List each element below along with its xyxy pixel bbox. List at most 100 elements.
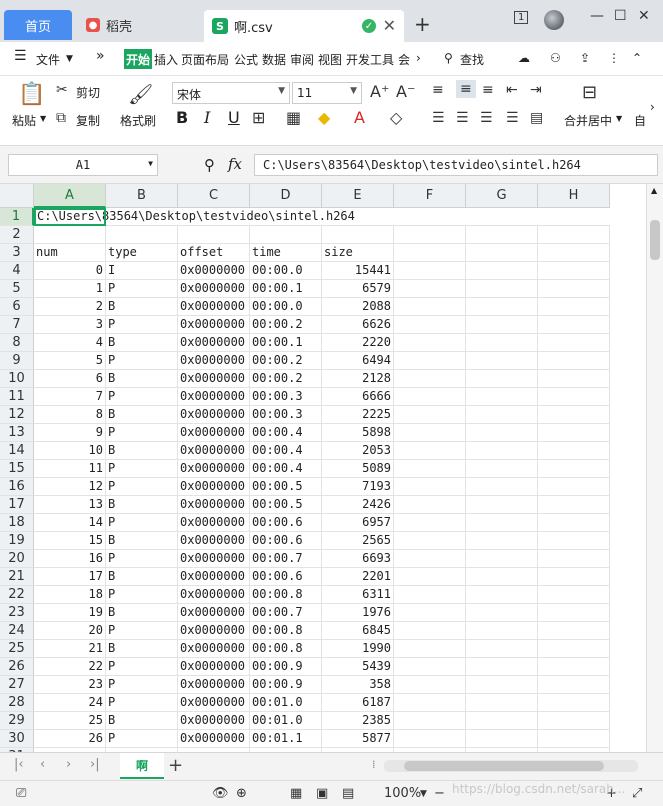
- table-cell[interactable]: P: [106, 586, 178, 604]
- table-cell[interactable]: 5089: [322, 460, 394, 478]
- table-cell[interactable]: 2128: [322, 370, 394, 388]
- normal-view-icon[interactable]: ▦: [290, 786, 302, 801]
- close-window-icon[interactable]: ✕: [638, 8, 650, 24]
- new-tab-icon[interactable]: +: [414, 12, 431, 36]
- row-header[interactable]: 8: [0, 334, 34, 352]
- row-header[interactable]: 2: [0, 226, 34, 244]
- grid-cell[interactable]: [394, 586, 466, 604]
- table-cell[interactable]: 15: [34, 532, 106, 550]
- merge-dropdown-icon[interactable]: ▼: [616, 114, 622, 123]
- table-cell[interactable]: 0x0000000: [178, 298, 250, 316]
- menu-page-layout[interactable]: 页面布局: [181, 51, 229, 68]
- merge-icon[interactable]: ⊟: [582, 82, 597, 103]
- fill-pattern-icon[interactable]: ▦: [286, 108, 301, 127]
- grid-cell[interactable]: [466, 460, 538, 478]
- tab-home[interactable]: 首页: [4, 10, 72, 40]
- menu-member[interactable]: 会: [398, 51, 410, 68]
- table-cell[interactable]: 00:00.3: [250, 388, 322, 406]
- horizontal-scrollbar[interactable]: [384, 760, 638, 772]
- grid-cell[interactable]: [538, 730, 610, 748]
- font-color-icon[interactable]: A: [354, 108, 365, 127]
- grid-cell[interactable]: [466, 604, 538, 622]
- table-cell[interactable]: 0x0000000: [178, 730, 250, 748]
- row-header[interactable]: 30: [0, 730, 34, 748]
- row-header[interactable]: 4: [0, 262, 34, 280]
- align-bottom-icon[interactable]: ≡: [482, 82, 494, 98]
- table-cell[interactable]: P: [106, 658, 178, 676]
- vertical-scroll-thumb[interactable]: [650, 220, 660, 260]
- grid-cell[interactable]: [394, 532, 466, 550]
- table-cell[interactable]: 00:00.2: [250, 370, 322, 388]
- merge-center-button[interactable]: 合并居中: [564, 112, 612, 129]
- copy-icon[interactable]: ⧉: [56, 110, 66, 126]
- table-cell[interactable]: 5: [34, 352, 106, 370]
- grid-cell[interactable]: [538, 550, 610, 568]
- table-cell[interactable]: P: [106, 730, 178, 748]
- row-header[interactable]: 17: [0, 496, 34, 514]
- row-header[interactable]: 6: [0, 298, 34, 316]
- grid-cell[interactable]: [466, 478, 538, 496]
- fx-icon[interactable]: fx: [228, 155, 242, 173]
- grid-cell[interactable]: [466, 514, 538, 532]
- header-cell[interactable]: size: [322, 244, 394, 262]
- table-cell[interactable]: 0x0000000: [178, 640, 250, 658]
- table-cell[interactable]: 0x0000000: [178, 586, 250, 604]
- row-header[interactable]: 15: [0, 460, 34, 478]
- column-header-e[interactable]: E: [322, 184, 394, 208]
- table-cell[interactable]: B: [106, 640, 178, 658]
- grid-cell[interactable]: [538, 280, 610, 298]
- page-break-view-icon[interactable]: ▤: [342, 786, 354, 801]
- table-cell[interactable]: 11: [34, 460, 106, 478]
- grid-cell[interactable]: [538, 226, 610, 244]
- row-header[interactable]: 18: [0, 514, 34, 532]
- next-sheet-icon[interactable]: ›: [66, 757, 71, 772]
- table-cell[interactable]: 00:00.7: [250, 604, 322, 622]
- table-cell[interactable]: B: [106, 496, 178, 514]
- grid-cell[interactable]: [394, 406, 466, 424]
- grid-cell[interactable]: [394, 226, 466, 244]
- grid-cell[interactable]: [394, 298, 466, 316]
- grid-cell[interactable]: [466, 658, 538, 676]
- table-cell[interactable]: 23: [34, 676, 106, 694]
- grid-cell[interactable]: [250, 226, 322, 244]
- table-cell[interactable]: P: [106, 280, 178, 298]
- table-cell[interactable]: 0x0000000: [178, 370, 250, 388]
- table-cell[interactable]: P: [106, 478, 178, 496]
- grid-cell[interactable]: [538, 262, 610, 280]
- input-method-icon[interactable]: ⊕: [236, 786, 247, 801]
- table-cell[interactable]: 1976: [322, 604, 394, 622]
- grid-cell[interactable]: [538, 586, 610, 604]
- maximize-icon[interactable]: ☐: [614, 8, 627, 24]
- table-cell[interactable]: 2: [34, 298, 106, 316]
- row-header[interactable]: 7: [0, 316, 34, 334]
- table-cell[interactable]: B: [106, 298, 178, 316]
- table-cell[interactable]: 0x0000000: [178, 604, 250, 622]
- grid-cell[interactable]: [394, 496, 466, 514]
- table-cell[interactable]: 2385: [322, 712, 394, 730]
- table-cell[interactable]: P: [106, 676, 178, 694]
- table-cell[interactable]: B: [106, 604, 178, 622]
- increase-indent-icon[interactable]: ⇥: [530, 82, 542, 98]
- table-cell[interactable]: 2220: [322, 334, 394, 352]
- table-cell[interactable]: 358: [322, 676, 394, 694]
- menu-start[interactable]: 开始: [124, 49, 152, 69]
- grid-cell[interactable]: [538, 658, 610, 676]
- grid-cell[interactable]: [538, 532, 610, 550]
- table-cell[interactable]: 0: [34, 262, 106, 280]
- table-cell[interactable]: 00:00.5: [250, 496, 322, 514]
- table-cell[interactable]: 00:00.6: [250, 532, 322, 550]
- grid-cell[interactable]: [394, 262, 466, 280]
- grid-cell[interactable]: [394, 442, 466, 460]
- table-cell[interactable]: B: [106, 370, 178, 388]
- table-cell[interactable]: 00:00.6: [250, 514, 322, 532]
- grid-cell[interactable]: [538, 334, 610, 352]
- grid-cell[interactable]: [394, 712, 466, 730]
- grid-cell[interactable]: [538, 604, 610, 622]
- grid-cell[interactable]: [538, 622, 610, 640]
- fill-color-icon[interactable]: ◆: [318, 108, 330, 127]
- grid-cell[interactable]: [538, 352, 610, 370]
- copy-button[interactable]: 复制: [76, 112, 100, 129]
- table-cell[interactable]: 20: [34, 622, 106, 640]
- name-box[interactable]: A1 ▼: [8, 154, 158, 176]
- fullscreen-icon[interactable]: ⤢: [632, 786, 642, 801]
